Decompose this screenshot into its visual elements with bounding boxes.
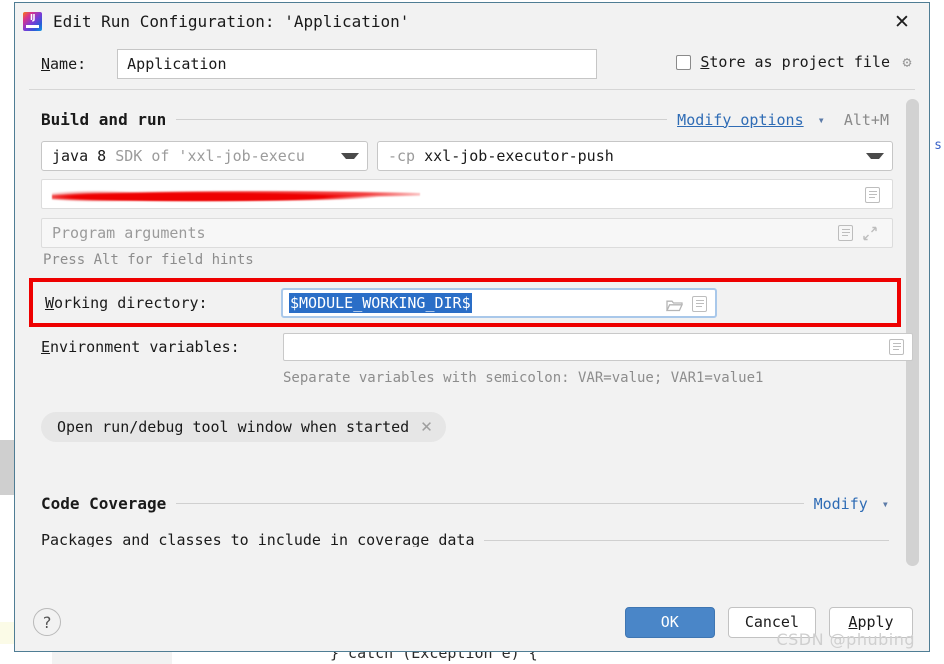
main-class-field[interactable]: [41, 179, 893, 209]
document-icon[interactable]: [865, 187, 880, 203]
dialog-buttons: OK Cancel Apply: [624, 606, 913, 638]
field-hints-text: Press Alt for field hints: [43, 252, 254, 268]
code-coverage-title: Code Coverage: [41, 494, 167, 513]
intellij-idea-logo-icon: [23, 11, 42, 31]
section-divider: [176, 119, 668, 120]
store-as-project-file-group: Store as project file ⚙: [676, 53, 915, 71]
dialog-body: Build and run Modify options ▾ Alt+M jav…: [15, 90, 929, 593]
main-class-row: [41, 179, 893, 209]
sdk-combo[interactable]: java 8 SDK of 'xxl-job-execu: [41, 141, 368, 171]
dialog-titlebar: Edit Run Configuration: 'Application' ✕: [15, 3, 929, 39]
working-directory-input[interactable]: $MODULE_WORKING_DIR$: [281, 288, 717, 318]
sdk-and-classpath-row: java 8 SDK of 'xxl-job-execu -cp xxl-job…: [41, 141, 893, 171]
environment-variables-hint: Separate variables with semicolon: VAR=v…: [283, 370, 764, 386]
environment-variables-row: Environment variables:: [41, 333, 913, 361]
environment-variables-input[interactable]: [283, 333, 913, 361]
backdrop-right-glyph: s: [934, 138, 942, 153]
backdrop-left-strip: [0, 0, 14, 664]
name-row: Name: Store as project file ⚙: [15, 39, 929, 89]
close-icon[interactable]: ✕: [420, 418, 433, 436]
document-icon[interactable]: [838, 225, 853, 241]
document-icon[interactable]: [692, 296, 707, 312]
build-and-run-title: Build and run: [41, 110, 167, 129]
classpath-value: xxl-job-executor-push: [424, 147, 614, 165]
sdk-combo-secondary: SDK of 'xxl-job-execu: [115, 147, 305, 165]
coverage-subsection-label: Packages and classes to include in cover…: [41, 533, 475, 547]
environment-variables-label: Environment variables:: [41, 338, 240, 356]
backdrop-grey-block: [0, 440, 14, 495]
program-arguments-row: [41, 218, 893, 248]
modify-options-link[interactable]: Modify options: [677, 111, 803, 129]
help-icon[interactable]: ?: [33, 608, 61, 636]
section-divider: [176, 503, 804, 504]
chevron-down-icon[interactable]: ▾: [818, 113, 825, 127]
classpath-prefix: -cp: [388, 147, 416, 165]
classpath-combo[interactable]: -cp xxl-job-executor-push: [377, 141, 893, 171]
triangle-down-icon[interactable]: [341, 153, 359, 159]
backdrop-right-edge: [936, 0, 944, 664]
modify-options-shortcut: Alt+M: [843, 110, 889, 129]
name-label: Name:: [41, 55, 87, 73]
store-as-project-file-label[interactable]: Store as project file: [700, 53, 890, 71]
program-arguments-input[interactable]: [41, 218, 893, 248]
section-divider: [484, 539, 889, 541]
edit-run-configuration-dialog: Edit Run Configuration: 'Application' ✕ …: [14, 2, 930, 652]
chevron-down-icon[interactable]: ▾: [882, 497, 889, 511]
name-input[interactable]: [117, 49, 598, 79]
gear-icon[interactable]: ⚙: [899, 53, 915, 71]
code-coverage-header: Code Coverage Modify ▾: [41, 494, 889, 513]
open-run-debug-tool-window-chip[interactable]: Open run/debug tool window when started …: [41, 412, 446, 442]
document-icon[interactable]: [889, 339, 904, 355]
store-as-project-file-checkbox[interactable]: [676, 54, 692, 70]
redaction-scribble: [52, 188, 420, 203]
sdk-combo-primary: java 8: [52, 147, 107, 165]
expand-icon[interactable]: [862, 226, 878, 241]
ok-button[interactable]: OK: [624, 606, 715, 638]
working-directory-row: Working directory: $MODULE_WORKING_DIR$: [45, 288, 885, 318]
code-coverage-section: Code Coverage Modify ▾ Packages and clas…: [41, 494, 889, 547]
dialog-footer: ? OK Cancel Apply CSDN @phubing: [15, 593, 929, 651]
chip-label: Open run/debug tool window when started: [57, 418, 410, 436]
triangle-down-icon[interactable]: [866, 153, 884, 159]
folder-icon[interactable]: [665, 297, 684, 312]
close-icon[interactable]: ✕: [889, 9, 915, 35]
apply-button[interactable]: Apply: [829, 606, 913, 638]
working-directory-highlight: Working directory: $MODULE_WORKING_DIR$: [29, 278, 901, 327]
working-directory-value: $MODULE_WORKING_DIR$: [289, 293, 472, 313]
settings-content: Build and run Modify options ▾ Alt+M jav…: [15, 90, 929, 547]
dialog-title: Edit Run Configuration: 'Application': [53, 11, 410, 31]
cancel-button[interactable]: Cancel: [727, 606, 816, 638]
build-and-run-header: Build and run Modify options ▾ Alt+M: [41, 110, 889, 129]
code-coverage-modify-link[interactable]: Modify: [814, 495, 868, 513]
working-directory-label: Working directory:: [45, 294, 208, 312]
coverage-subsection-header: Packages and classes to include in cover…: [41, 533, 889, 547]
